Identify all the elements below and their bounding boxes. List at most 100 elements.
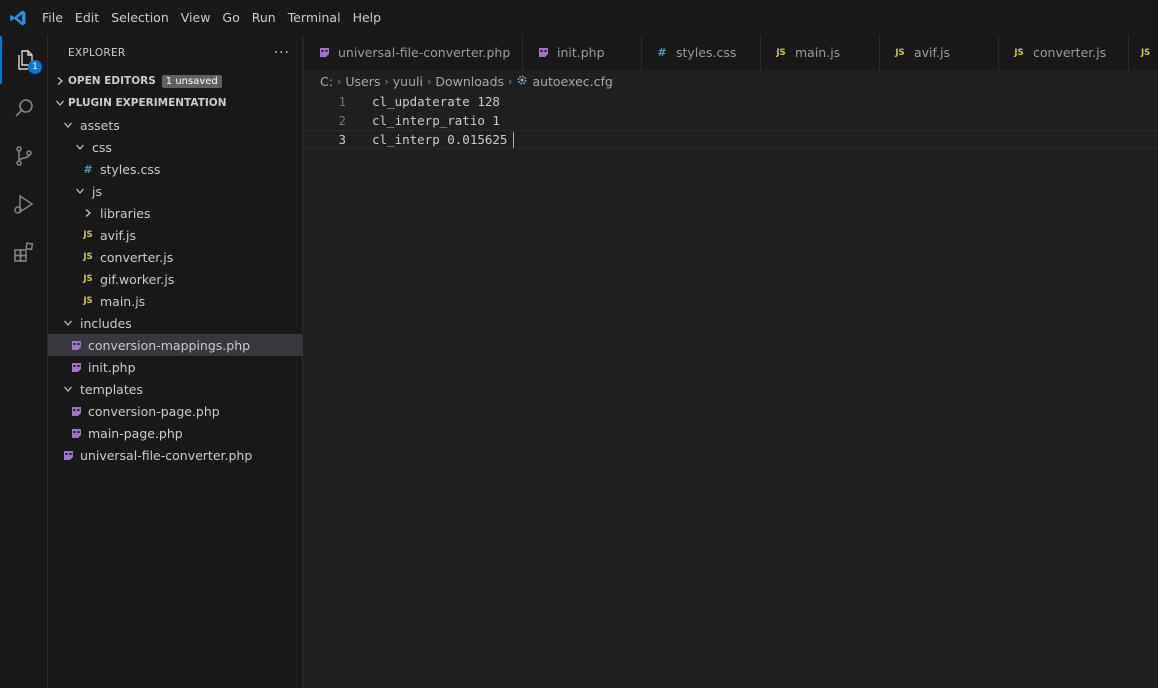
tree-file[interactable]: JS avif.js — [48, 224, 303, 246]
menu-selection[interactable]: Selection — [105, 0, 175, 35]
open-editors-label: OPEN EDITORS — [68, 75, 156, 87]
explorer-badge: 1 — [28, 60, 42, 74]
tree-folder[interactable]: includes — [48, 312, 303, 334]
tree-item-label: styles.css — [100, 161, 161, 177]
code-line[interactable]: 2 cl_interp_ratio 1 — [304, 111, 1158, 130]
tree-item-label: universal-file-converter.php — [80, 447, 253, 463]
js-file-icon: JS — [1014, 47, 1024, 58]
explorer-header: EXPLORER ··· — [48, 35, 302, 70]
tree-item-label: js — [92, 183, 102, 199]
breadcrumb-user[interactable]: yuuli — [393, 74, 423, 89]
js-file-icon: JS — [1141, 47, 1151, 58]
php-file-icon — [60, 444, 76, 466]
project-section[interactable]: PLUGIN EXPERIMENTATION — [48, 92, 303, 114]
menu-run[interactable]: Run — [246, 0, 282, 35]
breadcrumb-users[interactable]: Users — [345, 74, 380, 89]
editor-tab[interactable]: JS converter.js — [999, 35, 1129, 70]
extensions-icon[interactable] — [0, 228, 48, 276]
explorer-icon[interactable]: 1 — [0, 36, 48, 84]
tree-file[interactable]: JS gif.worker.js — [48, 268, 303, 290]
activity-bar: 1 — [0, 35, 48, 688]
editor-tab[interactable]: JS main.js — [761, 35, 880, 70]
vscode-logo-icon — [0, 0, 36, 35]
tab-label: universal-file-converter.php — [338, 45, 511, 60]
breadcrumb-drive[interactable]: C: — [320, 74, 333, 89]
menu-file[interactable]: File — [36, 0, 69, 35]
run-debug-icon[interactable] — [0, 180, 48, 228]
tree-item-label: libraries — [100, 205, 151, 221]
js-file-icon: JS — [895, 47, 905, 58]
chevron-down-icon — [60, 378, 76, 400]
chevron-right-icon — [52, 70, 68, 92]
menu-go[interactable]: Go — [216, 0, 245, 35]
chevron-down-icon — [72, 180, 88, 202]
js-file-icon: JS — [83, 230, 93, 240]
source-control-icon[interactable] — [0, 132, 48, 180]
menu-view[interactable]: View — [175, 0, 217, 35]
css-file-icon: # — [83, 162, 93, 176]
chevron-down-icon — [72, 136, 88, 158]
editor-tab[interactable]: JS — [1129, 35, 1158, 70]
breadcrumb-downloads[interactable]: Downloads — [435, 74, 504, 89]
line-number: 1 — [338, 94, 346, 109]
tab-label: styles.css — [676, 45, 737, 60]
tree-item-label: css — [92, 139, 112, 155]
tree-folder[interactable]: libraries — [48, 202, 303, 224]
tree-folder[interactable]: assets — [48, 114, 303, 136]
menu-terminal[interactable]: Terminal — [282, 0, 347, 35]
php-file-icon — [535, 42, 551, 64]
breadcrumb: C: › Users › yuuli › Downloads › autoexe… — [304, 70, 1158, 92]
tree-folder[interactable]: templates — [48, 378, 303, 400]
tree-file[interactable]: conversion-page.php — [48, 400, 303, 422]
editor-tab[interactable]: universal-file-converter.php — [304, 35, 523, 70]
tab-label: converter.js — [1033, 45, 1107, 60]
js-file-icon: JS — [83, 252, 93, 262]
tree-item-label: avif.js — [100, 227, 136, 243]
chevron-right-icon — [80, 202, 96, 224]
line-number: 3 — [338, 132, 346, 147]
tree-file[interactable]: main-page.php — [48, 422, 303, 444]
tree-item-label: init.php — [88, 359, 136, 375]
line-text: cl_interp_ratio 1 — [372, 113, 500, 128]
code-editor[interactable]: 1 cl_updaterate 128 2 cl_interp_ratio 1 … — [304, 92, 1158, 688]
tree-item-label: assets — [80, 117, 120, 133]
chevron-right-icon: › — [336, 74, 342, 88]
tree-file[interactable]: universal-file-converter.php — [48, 444, 303, 466]
code-line-current[interactable]: 3 cl_interp 0.015625 — [304, 130, 1158, 149]
tab-label: avif.js — [914, 45, 950, 60]
editor-tab[interactable]: # styles.css — [642, 35, 761, 70]
tree-file[interactable]: conversion-mappings.php — [48, 334, 303, 356]
line-text: cl_interp 0.015625 — [372, 132, 508, 147]
chevron-down-icon — [60, 114, 76, 136]
chevron-right-icon: › — [384, 74, 389, 88]
tree-item-label: converter.js — [100, 249, 174, 265]
more-actions-icon[interactable]: ··· — [274, 45, 290, 61]
editor-tabs: universal-file-converter.php init.php # sty… — [304, 35, 1158, 70]
css-file-icon: # — [657, 46, 667, 59]
unsaved-badge: 1 unsaved — [161, 74, 222, 88]
tree-file[interactable]: JS converter.js — [48, 246, 303, 268]
tree-file[interactable]: init.php — [48, 356, 303, 378]
open-editors-section[interactable]: OPEN EDITORS 1 unsaved — [48, 70, 303, 92]
js-file-icon: JS — [83, 296, 93, 306]
editor-tab[interactable]: JS avif.js — [880, 35, 999, 70]
menu-help[interactable]: Help — [347, 0, 388, 35]
tree-item-label: main-page.php — [88, 425, 183, 441]
tree-folder[interactable]: js — [48, 180, 303, 202]
chevron-down-icon — [60, 312, 76, 334]
code-line[interactable]: 1 cl_updaterate 128 — [304, 92, 1158, 111]
js-file-icon: JS — [776, 47, 786, 58]
breadcrumb-file[interactable]: autoexec.cfg — [532, 74, 612, 89]
editor-tab[interactable]: init.php — [523, 35, 642, 70]
tree-folder[interactable]: css — [48, 136, 303, 158]
tree-file[interactable]: JS main.js — [48, 290, 303, 312]
menu-edit[interactable]: Edit — [69, 0, 105, 35]
text-cursor — [513, 131, 515, 148]
line-text: cl_updaterate 128 — [372, 94, 500, 109]
search-icon[interactable] — [0, 84, 48, 132]
tree-item-label: main.js — [100, 293, 146, 309]
tree-item-label: gif.worker.js — [100, 271, 175, 287]
tree-item-label: conversion-page.php — [88, 403, 220, 419]
tree-file[interactable]: # styles.css — [48, 158, 303, 180]
gear-icon — [516, 74, 528, 89]
